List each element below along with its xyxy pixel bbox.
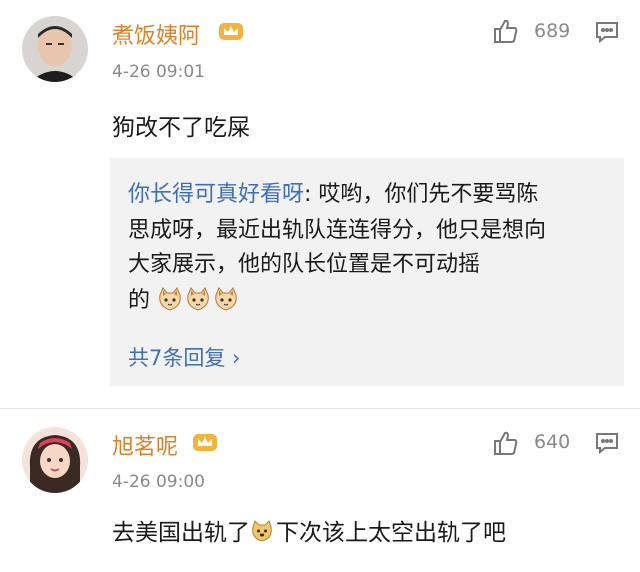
- thumbs-up-icon[interactable]: [492, 17, 520, 45]
- comment-item: 旭茗呢 4-26 09:00 640 去美国出轨了 下次该上太空出轨了吧: [0, 409, 640, 572]
- reply-text: 的: [128, 288, 151, 313]
- crown-badge-icon: [218, 20, 244, 42]
- comment-bubble-icon[interactable]: [594, 20, 620, 44]
- reply-line: 思成呀，最近出轨队连连得分，他只是想向: [128, 218, 547, 243]
- crown-badge-icon: [192, 431, 218, 453]
- more-replies-link[interactable]: 共7条回复 ›: [128, 342, 240, 372]
- cat-face-emoji: [157, 286, 183, 312]
- cat-face-emoji: [185, 286, 211, 312]
- doge-emoji: [250, 519, 274, 543]
- reply-line: 你长得可真好看呀: 哎哟，你们先不要骂陈: [128, 176, 538, 208]
- username[interactable]: 煮饭姨阿: [112, 18, 200, 50]
- comment-bubble-icon[interactable]: [594, 431, 620, 455]
- like-count: 640: [534, 431, 571, 453]
- avatar[interactable]: [22, 427, 88, 493]
- timestamp: 4-26 09:00: [112, 472, 205, 492]
- avatar[interactable]: [22, 16, 88, 82]
- comment-text-part: 去美国出轨了: [112, 520, 250, 546]
- reply-line: 大家展示，他的队长位置是不可动摇: [128, 252, 481, 277]
- comment-text-part: 下次该上太空出轨了吧: [276, 520, 506, 546]
- username[interactable]: 旭茗呢: [112, 429, 178, 461]
- comment-item: 煮饭姨阿 4-26 09:01 689 狗改不了吃屎 你长得可真好看呀: 哎哟，…: [0, 0, 640, 408]
- reply-author[interactable]: 你长得可真好看呀: [128, 182, 304, 207]
- like-count: 689: [534, 20, 571, 42]
- reply-text: : 哎哟，你们先不要骂陈: [304, 182, 539, 207]
- reply-line: 的: [128, 282, 241, 314]
- comment-text: 去美国出轨了 下次该上太空出轨了吧: [112, 513, 506, 547]
- timestamp: 4-26 09:01: [112, 62, 205, 82]
- cat-face-emoji: [213, 286, 239, 312]
- comment-text: 狗改不了吃屎: [112, 115, 250, 141]
- reply-preview-box[interactable]: 你长得可真好看呀: 哎哟，你们先不要骂陈 思成呀，最近出轨队连连得分，他只是想向…: [110, 158, 624, 386]
- thumbs-up-icon[interactable]: [492, 429, 520, 457]
